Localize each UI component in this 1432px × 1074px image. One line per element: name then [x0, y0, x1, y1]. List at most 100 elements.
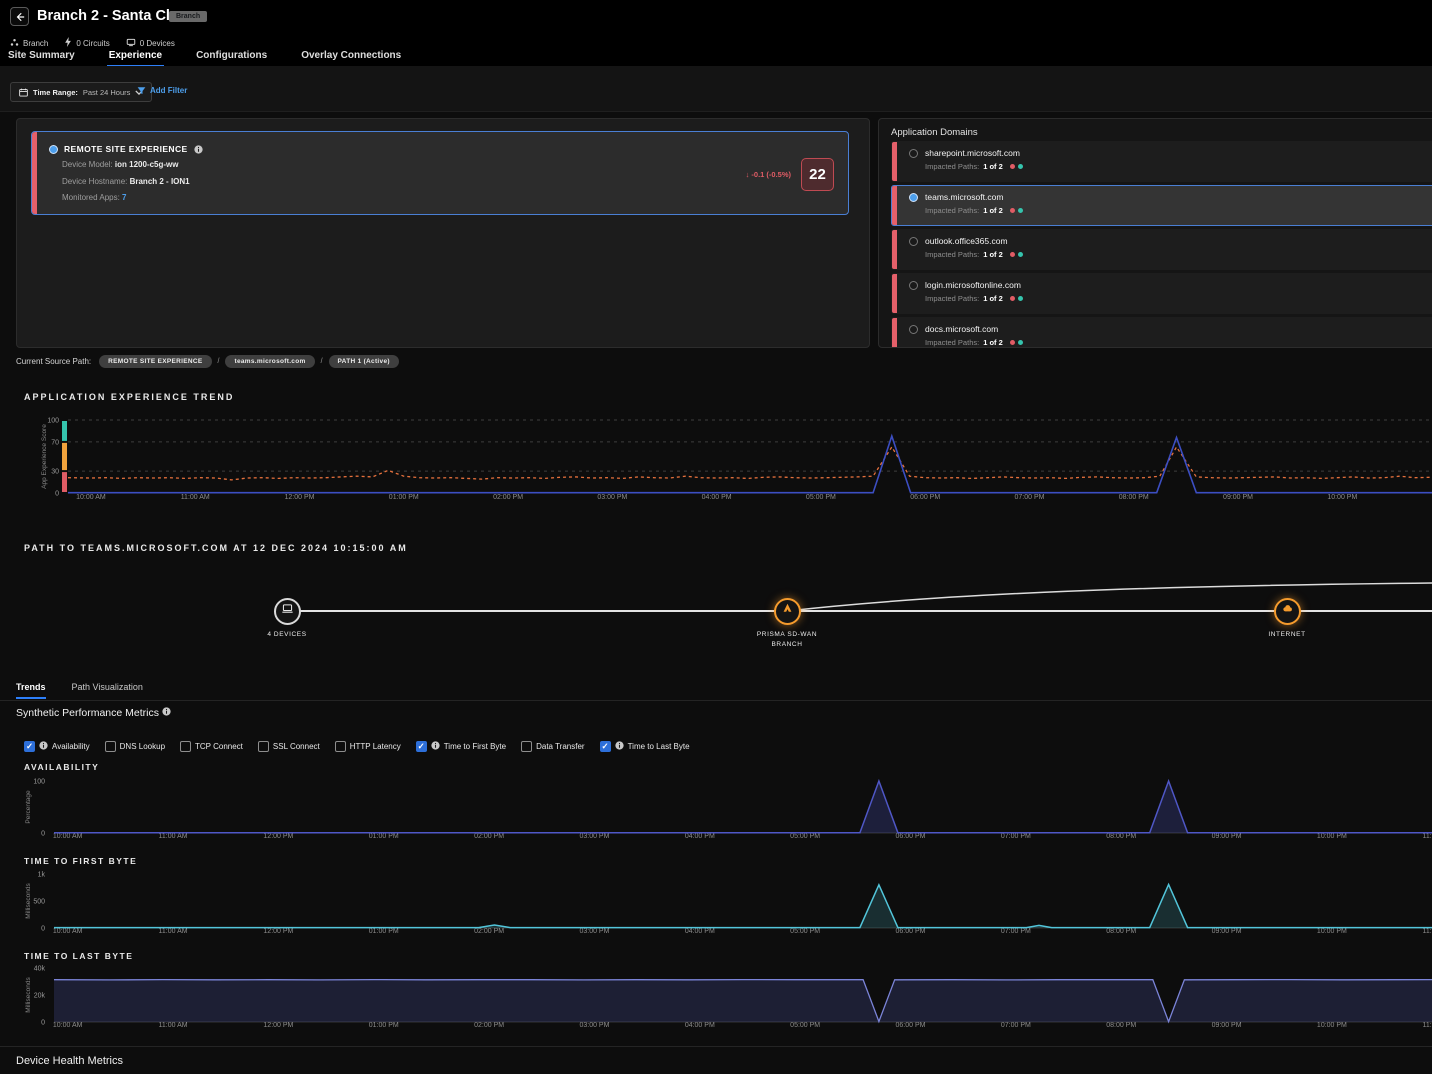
metric-toggle-time-to-first-byte[interactable]: ✓Time to First Byte: [416, 737, 506, 755]
experience-card-title: REMOTE SITE EXPERIENCE: [64, 144, 188, 154]
meta-label: 0 Circuits: [76, 39, 109, 48]
metric-label: DNS Lookup: [120, 742, 165, 751]
info-icon: [39, 737, 48, 755]
tab-configurations[interactable]: Configurations: [194, 49, 269, 67]
metric-label: Availability: [52, 742, 90, 751]
domain-item-teams-microsoft-com[interactable]: teams.microsoft.comImpacted Paths:1 of 2: [891, 185, 1432, 226]
source-path-crumb-teams-microsoft-com[interactable]: teams.microsoft.com: [225, 355, 314, 368]
domain-item-docs-microsoft-com[interactable]: docs.microsoft.comImpacted Paths:1 of 2: [891, 317, 1432, 348]
site-meta: Branch0 Circuits0 Devices: [10, 37, 191, 49]
application-domains-title: Application Domains: [891, 127, 978, 138]
impacted-paths-value: 1 of 2: [983, 294, 1003, 303]
svg-text:11:00 AM: 11:00 AM: [159, 833, 188, 840]
impact-dot-red: [1010, 208, 1015, 213]
domain-radio[interactable]: [909, 193, 918, 202]
impacted-paths-label: Impacted Paths:: [925, 338, 979, 347]
svg-text:07:00 PM: 07:00 PM: [1001, 928, 1031, 935]
devices-icon: [126, 38, 136, 49]
checkbox[interactable]: [521, 741, 532, 752]
domain-radio[interactable]: [909, 237, 918, 246]
metric-toggle-tcp-connect[interactable]: TCP Connect: [180, 741, 243, 752]
metric-toggle-data-transfer[interactable]: Data Transfer: [521, 741, 584, 752]
header-tabs: Site Summary Experience Configurations Over…: [6, 49, 433, 67]
path-section-title: PATH TO TEAMS.MICROSOFT.COM AT 12 DEC 20…: [24, 543, 408, 553]
synthetic-metrics-title: Synthetic Performance Metrics: [16, 707, 159, 719]
svg-text:10:00 AM: 10:00 AM: [53, 928, 83, 935]
metric-toggle-dns-lookup[interactable]: DNS Lookup: [105, 741, 165, 752]
monitored-apps-link[interactable]: 7: [122, 193, 126, 202]
score-delta: ↓ -0.1 (-0.5%): [746, 170, 791, 179]
impacted-paths-value: 1 of 2: [983, 206, 1003, 215]
hostname-value: Branch 2 - ION1: [130, 177, 190, 186]
source-path-crumb-path-1-active-[interactable]: PATH 1 (Active): [329, 355, 399, 368]
metric-toggle-http-latency[interactable]: HTTP Latency: [335, 741, 401, 752]
impact-dot-red: [1010, 340, 1015, 345]
svg-text:05:00 PM: 05:00 PM: [790, 833, 820, 840]
info-icon: [162, 707, 171, 716]
meta-label: 0 Devices: [140, 39, 175, 48]
checkbox[interactable]: [105, 741, 116, 752]
metric-label: Data Transfer: [536, 742, 584, 751]
cloud-node: [1274, 598, 1301, 625]
domain-name: teams.microsoft.com: [925, 192, 1003, 202]
metric-toggle-time-to-last-byte[interactable]: ✓ Time to Last Byte: [600, 737, 690, 755]
domain-radio[interactable]: [909, 149, 918, 158]
checkbox[interactable]: ✓: [24, 741, 35, 752]
impact-dot-teal: [1018, 252, 1023, 257]
path-node-label: INTERNET: [1217, 630, 1357, 640]
domains-list: sharepoint.microsoft.com Impacted Paths: 1…: [879, 141, 1432, 348]
tab-experience[interactable]: Experience: [107, 49, 164, 67]
domain-name: sharepoint.microsoft.com: [925, 148, 1020, 158]
back-button[interactable]: [10, 7, 29, 26]
checkbox[interactable]: [180, 741, 191, 752]
metric-label: TCP Connect: [195, 742, 243, 751]
device-model-value: ion 1200-c5g-ww: [115, 160, 179, 169]
svg-text:100: 100: [33, 779, 45, 786]
checkbox[interactable]: ✓: [416, 741, 427, 752]
checkbox[interactable]: [258, 741, 269, 752]
circuits-icon: [64, 37, 72, 49]
svg-text:01:00 PM: 01:00 PM: [389, 494, 419, 501]
svg-text:06:00 PM: 06:00 PM: [896, 928, 926, 935]
metric-label: Time to Last Byte: [628, 742, 690, 751]
impact-dot-teal: [1018, 164, 1023, 169]
svg-text:10:00 AM: 10:00 AM: [53, 833, 83, 840]
laptop-icon: [281, 602, 294, 620]
domain-item-outlook-office365-com[interactable]: outlook.office365.comImpacted Paths:1 of…: [891, 229, 1432, 270]
tab-path-visualization[interactable]: Path Visualization: [72, 682, 143, 699]
tab-trends[interactable]: Trends: [16, 682, 46, 699]
trends-tabs: Trends Path Visualization: [16, 682, 169, 699]
domain-item-login-microsoftonline-com[interactable]: login.microsoftonline.comImpacted Paths:…: [891, 273, 1432, 314]
add-filter-button[interactable]: Add Filter: [137, 86, 187, 95]
svg-text:09:00 PM: 09:00 PM: [1212, 1022, 1242, 1029]
svg-text:11:00 PM: 11:00 PM: [1423, 1022, 1432, 1029]
tab-overlay-connections[interactable]: Overlay Connections: [299, 49, 403, 67]
svg-text:08:00 PM: 08:00 PM: [1119, 494, 1149, 501]
svg-text:07:00 PM: 07:00 PM: [1001, 1022, 1031, 1029]
domain-radio[interactable]: [909, 325, 918, 334]
device-health-title: Device Health Metrics: [16, 1055, 123, 1067]
score-area: ↓ -0.1 (-0.5%) 22: [746, 158, 834, 191]
checkbox[interactable]: [335, 741, 346, 752]
svg-text:04:00 PM: 04:00 PM: [702, 494, 732, 501]
source-path-crumb-remote-site-experience[interactable]: REMOTE SITE EXPERIENCE: [99, 355, 211, 368]
metric-toggle-ssl-connect[interactable]: SSL Connect: [258, 741, 320, 752]
time-range-select[interactable]: Time Range: Past 24 Hours: [10, 82, 152, 102]
impact-dot-red: [1010, 296, 1015, 301]
svg-text:07:00 PM: 07:00 PM: [1001, 833, 1031, 840]
tab-site-summary[interactable]: Site Summary: [6, 49, 77, 67]
svg-text:03:00 PM: 03:00 PM: [579, 833, 609, 840]
availability-title: AVAILABILITY: [24, 762, 99, 772]
domain-item-sharepoint-microsoft-com[interactable]: sharepoint.microsoft.comImpacted Paths:1…: [891, 141, 1432, 182]
info-icon: [194, 145, 203, 154]
svg-text:70: 70: [51, 439, 59, 446]
impacted-paths-label: Impacted Paths:: [925, 250, 979, 259]
funnel-icon: [137, 86, 146, 95]
experience-radio[interactable]: [49, 145, 58, 154]
add-filter-label: Add Filter: [150, 86, 187, 95]
metric-toggle-availability[interactable]: ✓ Availability: [24, 737, 90, 755]
divider: [0, 1046, 1432, 1047]
experience-card[interactable]: REMOTE SITE EXPERIENCE Device Model: ion…: [31, 131, 849, 215]
domain-radio[interactable]: [909, 281, 918, 290]
checkbox[interactable]: ✓: [600, 741, 611, 752]
